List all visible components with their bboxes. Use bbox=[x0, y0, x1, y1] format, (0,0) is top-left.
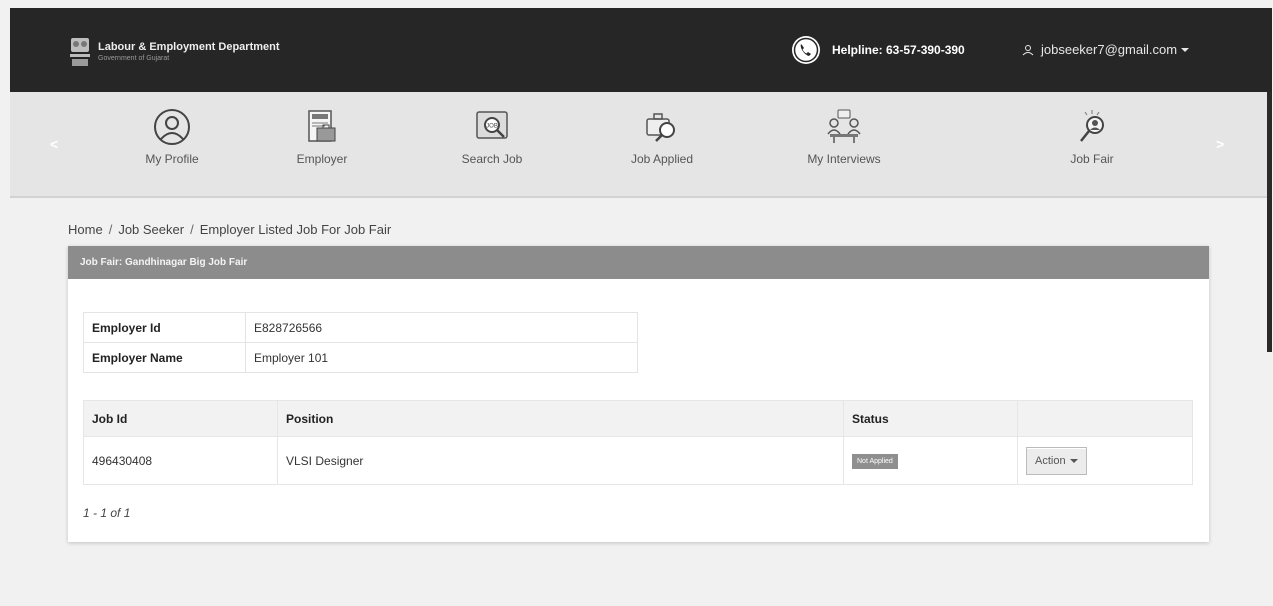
helpline-text: Helpline: 63-57-390-390 bbox=[832, 43, 965, 57]
card-header: Job Fair: Gandhinagar Big Job Fair bbox=[68, 246, 1209, 279]
nav-prev-arrow[interactable]: < bbox=[50, 136, 58, 152]
interview-icon bbox=[827, 109, 861, 143]
employer-name-label: Employer Name bbox=[83, 342, 246, 373]
chevron-down-icon bbox=[1069, 458, 1078, 463]
jobs-table: Job Id Position Status 496430408 VLSI De… bbox=[83, 400, 1193, 485]
nav-item-job-applied[interactable]: Job Applied bbox=[592, 108, 732, 166]
nav-label: Job Applied bbox=[630, 152, 694, 166]
scrollbar[interactable] bbox=[1267, 92, 1272, 352]
user-menu[interactable]: jobseeker7@gmail.com bbox=[1022, 42, 1190, 57]
nav-next-arrow[interactable]: > bbox=[1216, 136, 1224, 152]
employer-info-table: Employer Id E828726566 Employer Name Emp… bbox=[83, 312, 638, 373]
nav-label: Employer bbox=[296, 152, 348, 166]
briefcase-search-icon bbox=[646, 113, 675, 142]
brand-title: Labour & Employment Department bbox=[98, 41, 280, 53]
svg-text:JOB: JOB bbox=[486, 124, 498, 130]
top-header: Labour & Employment Department Governmen… bbox=[10, 8, 1272, 92]
status-cell: Not Applied bbox=[843, 436, 1018, 485]
breadcrumb: Home / Job Seeker / Employer Listed Job For … bbox=[68, 222, 391, 237]
employer-icon bbox=[308, 110, 336, 142]
status-badge: Not Applied bbox=[852, 454, 898, 469]
search-job-icon: JOB bbox=[476, 111, 508, 139]
breadcrumb-job-seeker[interactable]: Job Seeker bbox=[118, 222, 184, 237]
column-header-status: Status bbox=[843, 400, 1018, 437]
job-id-cell: 496430408 bbox=[83, 436, 278, 485]
job-fair-card: Job Fair: Gandhinagar Big Job Fair Emplo… bbox=[68, 246, 1209, 542]
brand-subtitle: Government of Gujarat bbox=[98, 55, 170, 62]
nav-bar: < > My Profile Employer JOB Search Job J… bbox=[10, 92, 1272, 198]
column-header-position: Position bbox=[277, 400, 844, 437]
pagination-info: 1 - 1 of 1 bbox=[83, 506, 131, 520]
column-header-action bbox=[1017, 400, 1193, 437]
nav-item-employer[interactable]: Employer bbox=[252, 108, 392, 166]
brand[interactable]: Labour & Employment Department Governmen… bbox=[68, 36, 280, 68]
table-row: Employer Name Employer 101 bbox=[83, 342, 638, 373]
nav-label: Job Fair bbox=[1070, 152, 1114, 166]
nav-label: My Profile bbox=[145, 152, 199, 166]
position-cell: VLSI Designer bbox=[277, 436, 844, 485]
user-circle-icon bbox=[154, 109, 190, 145]
action-dropdown-button[interactable]: Action bbox=[1026, 446, 1087, 475]
emblem-icon bbox=[70, 38, 90, 66]
table-row: Employer Id E828726566 bbox=[83, 312, 638, 343]
table-header-row: Job Id Position Status bbox=[83, 400, 1193, 437]
breadcrumb-separator: / bbox=[190, 222, 194, 237]
nav-item-search-job[interactable]: JOB Search Job bbox=[422, 108, 562, 166]
breadcrumb-home[interactable]: Home bbox=[68, 222, 103, 237]
user-icon bbox=[1022, 44, 1034, 55]
employer-id-value: E828726566 bbox=[245, 312, 638, 343]
employer-name-value: Employer 101 bbox=[245, 342, 638, 373]
breadcrumb-separator: / bbox=[108, 222, 113, 237]
chevron-down-icon bbox=[1181, 47, 1190, 52]
user-email: jobseeker7@gmail.com bbox=[1041, 42, 1178, 57]
column-header-job-id: Job Id bbox=[83, 400, 278, 437]
action-label: Action bbox=[1035, 454, 1066, 467]
nav-label: Search Job bbox=[461, 152, 523, 166]
action-cell: Action bbox=[1017, 436, 1193, 485]
breadcrumb-current: Employer Listed Job For Job Fair bbox=[199, 222, 392, 237]
nav-item-my-interviews[interactable]: My Interviews bbox=[774, 108, 914, 166]
job-fair-icon bbox=[1080, 110, 1104, 142]
employer-id-label: Employer Id bbox=[83, 312, 246, 343]
nav-item-job-fair[interactable]: Job Fair bbox=[1022, 108, 1162, 166]
nav-item-my-profile[interactable]: My Profile bbox=[102, 108, 242, 166]
table-row: 496430408 VLSI Designer Not Applied Acti… bbox=[83, 436, 1193, 485]
helpline: Helpline: 63-57-390-390 bbox=[790, 34, 965, 66]
nav-label: My Interviews bbox=[807, 152, 881, 166]
phone-icon bbox=[792, 36, 820, 64]
